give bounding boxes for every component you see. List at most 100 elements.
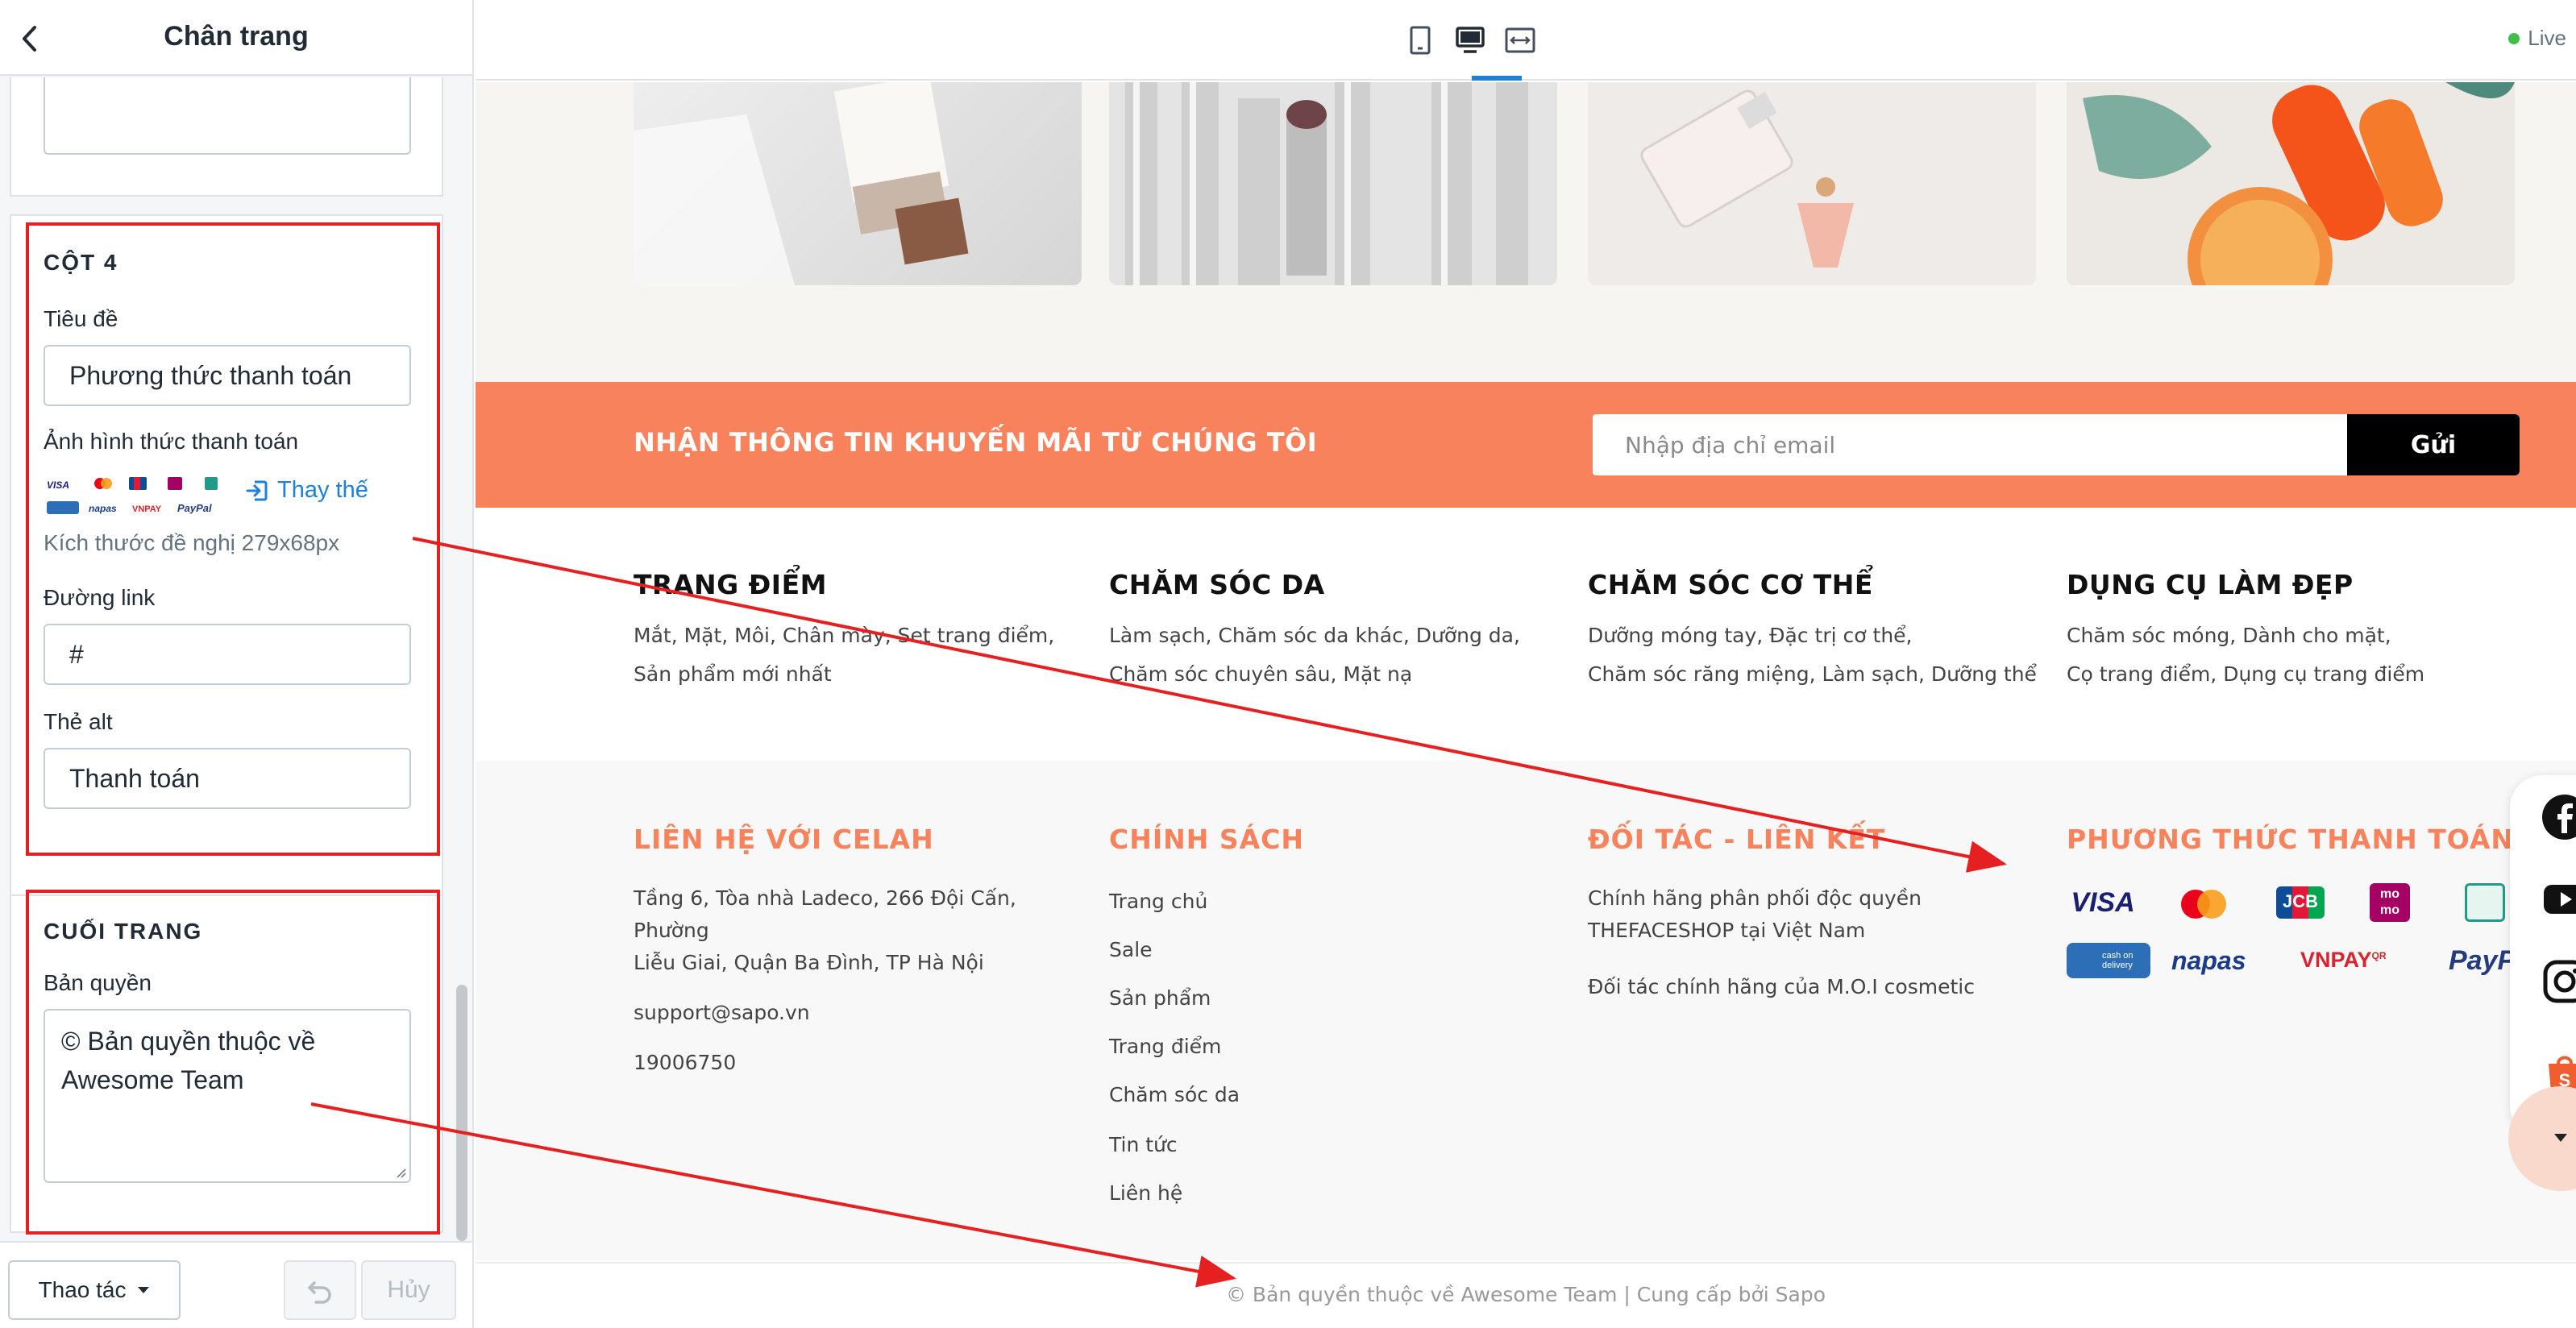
- category-links-line[interactable]: Dưỡng móng tay, Đặc trị cơ thể,: [1588, 616, 2039, 655]
- footer-policy-link[interactable]: Trang chủ: [1109, 890, 1207, 913]
- footer-partners-line[interactable]: Chính hãng phân phối độc quyền: [1588, 882, 2039, 915]
- footer-email[interactable]: support@sapo.vn: [634, 997, 1085, 1029]
- gallery-section: [476, 82, 2576, 382]
- category-links-line[interactable]: Sản phẩm mới nhất: [634, 655, 1085, 694]
- gallery-photo-orange-serum[interactable]: [2067, 82, 2515, 285]
- settings-scroll-area[interactable]: CỘT 4 Tiêu đề Phương thức thanh toán Ảnh…: [0, 77, 472, 1241]
- vnpay-logo: VNPAYQR: [2300, 948, 2387, 980]
- gallery-photo-perfume[interactable]: [1588, 82, 2036, 285]
- footer-policy-title: CHÍNH SÁCH: [1109, 824, 1304, 855]
- category-links-line[interactable]: Mắt, Mặt, Môi, Chân mày, Set trang điểm,: [634, 616, 1085, 655]
- momo-text: mo mo: [2380, 887, 2399, 917]
- title-input[interactable]: Phương thức thanh toán: [44, 345, 411, 406]
- cancel-button[interactable]: Hủy: [361, 1260, 456, 1320]
- desktop-view-button[interactable]: [1448, 21, 1493, 60]
- footer-policy-column: CHÍNH SÁCH Trang chủ Sale Sản phẩm Trang…: [1109, 824, 1431, 1259]
- category-column-skincare: CHĂM SÓC DA Làm sạch, Chăm sóc da khác, …: [1109, 569, 1577, 694]
- footer-policy-link[interactable]: Tin tức: [1109, 1133, 1178, 1156]
- gallery-photo-cosmetic-box[interactable]: [634, 82, 1082, 285]
- link-input[interactable]: #: [44, 624, 411, 685]
- category-column-makeup: TRANG ĐIỂM Mắt, Mặt, Môi, Chân mày, Set …: [634, 569, 1101, 694]
- payment-logos: VISA JCB mo mo cash on delivery napas VN…: [2067, 883, 2518, 996]
- footer-address: Tầng 6, Tòa nhà Ladeco, 266 Đội Cấn, Phư…: [634, 882, 1085, 979]
- category-title[interactable]: DỤNG CỤ LÀM ĐẸP: [2067, 569, 2534, 600]
- copyright-bar: © Bản quyền thuộc về Awesome Team | Cung…: [476, 1262, 2576, 1328]
- preview-toolbar: Live: [476, 0, 2576, 81]
- footer-partners-text: Chính hãng phân phối độc quyền THEFACESH…: [1588, 882, 2039, 947]
- footer-contact-title: LIÊN HỆ VỚI CELAH: [634, 824, 934, 855]
- svg-text:PayPal: PayPal: [177, 502, 212, 514]
- desktop-icon: [1456, 27, 1485, 53]
- footer-phone[interactable]: 19006750: [634, 1047, 1085, 1079]
- panel-title: Chân trang: [164, 21, 309, 52]
- footer-policy-link[interactable]: Chăm sóc da: [1109, 1083, 1240, 1106]
- copyright-value: © Bản quyền thuộc về Awesome Team: [61, 1027, 316, 1094]
- youtube-icon[interactable]: [2541, 875, 2576, 923]
- actions-dropdown-button[interactable]: Thao tác: [8, 1260, 181, 1320]
- instagram-icon[interactable]: [2541, 957, 2576, 1006]
- svg-text:napas: napas: [89, 503, 117, 514]
- category-title[interactable]: CHĂM SÓC DA: [1109, 569, 1577, 600]
- replace-image-button[interactable]: Thay thế: [245, 477, 368, 504]
- footer-policy-link[interactable]: Trang điểm: [1109, 1035, 1221, 1058]
- bottom-section-card: CUỐI TRANG Bản quyền © Bản quyền thuộc v…: [10, 894, 443, 1233]
- category-links-line[interactable]: Cọ trang điểm, Dụng cụ trang điểm: [2067, 655, 2518, 694]
- copyright-textarea[interactable]: © Bản quyền thuộc về Awesome Team: [44, 1009, 411, 1183]
- gallery-photo-lipsticks[interactable]: [1109, 82, 1557, 285]
- footer-policy-link[interactable]: Sản phẩm: [1109, 986, 1211, 1010]
- category-column-tools: DỤNG CỤ LÀM ĐẸP Chăm sóc móng, Dành cho …: [2067, 569, 2534, 694]
- svg-text:VISA: VISA: [47, 479, 69, 491]
- payment-image-label: Ảnh hình thức thanh toán: [44, 429, 299, 454]
- footer-partners-column: ĐỐI TÁC - LIÊN KẾT Chính hãng phân phối …: [1588, 824, 2039, 1003]
- vnpay-text: VNPAY: [2300, 948, 2372, 972]
- newsletter-email-input[interactable]: Nhập địa chỉ email: [1593, 414, 2347, 475]
- footer-payment-title: PHƯƠNG THỨC THANH TOÁN: [2067, 824, 2515, 855]
- undo-icon: [308, 1281, 331, 1304]
- category-links-line[interactable]: Chăm sóc chuyên sâu, Mặt nạ: [1109, 655, 1560, 694]
- newsletter-section: NHẬN THÔNG TIN KHUYẾN MÃI TỪ CHÚNG TÔI N…: [476, 382, 2576, 508]
- footer-policy-link[interactable]: Sale: [1109, 938, 1153, 961]
- panel-scrollbar[interactable]: [456, 985, 467, 1241]
- live-label: Live: [2528, 26, 2566, 50]
- bank-logo: [2465, 883, 2505, 922]
- momo-logo: mo mo: [2370, 883, 2410, 922]
- category-title[interactable]: TRANG ĐIỂM: [634, 569, 1101, 600]
- fullwidth-view-button[interactable]: [1498, 21, 1543, 60]
- caret-down-icon: [2554, 1134, 2567, 1142]
- category-links-line[interactable]: Làm sạch, Chăm sóc da khác, Dưỡng da,: [1109, 616, 1560, 655]
- mastercard-logo: [2181, 890, 2226, 919]
- social-floating-bar: S: [2510, 775, 2576, 1138]
- category-title[interactable]: CHĂM SÓC CƠ THỂ: [1588, 569, 2055, 600]
- live-status: Live: [2508, 26, 2566, 51]
- mobile-view-button[interactable]: [1398, 21, 1443, 60]
- caret-down-icon: [138, 1287, 150, 1293]
- category-links-line[interactable]: Chăm sóc móng, Dành cho mặt,: [2067, 616, 2518, 655]
- footer-address-line: Liễu Giai, Quận Ba Đình, TP Hà Nội: [634, 951, 984, 974]
- section-title: CUỐI TRANG: [44, 919, 203, 944]
- previous-textarea[interactable]: [44, 77, 411, 155]
- facebook-icon[interactable]: [2541, 793, 2576, 841]
- footer-policy-link[interactable]: Liên hệ: [1109, 1181, 1182, 1205]
- svg-text:VNPAY: VNPAY: [132, 504, 162, 514]
- resize-grip-icon[interactable]: [395, 1167, 406, 1178]
- payment-image-thumbnail: VISA napas VNPAY PayPal: [44, 471, 231, 519]
- store-preview: NHẬN THÔNG TIN KHUYẾN MÃI TỪ CHÚNG TÔI N…: [476, 82, 2576, 1328]
- alt-input[interactable]: Thanh toán: [44, 748, 411, 809]
- jcb-logo: JCB: [2276, 886, 2325, 919]
- category-links: Chăm sóc móng, Dành cho mặt, Cọ trang đi…: [2067, 616, 2518, 694]
- footer-payment-column: PHƯƠNG THỨC THANH TOÁN VISA JCB mo mo ca…: [2067, 824, 2518, 1001]
- footer-partners-line[interactable]: Đối tác chính hãng của M.O.I cosmetic: [1588, 971, 2039, 1003]
- footer-partners-title: ĐỐI TÁC - LIÊN KẾT: [1588, 824, 1886, 855]
- visa-logo: VISA: [2071, 886, 2135, 918]
- cod-text: cash on delivery: [2102, 951, 2134, 970]
- undo-button[interactable]: [284, 1260, 356, 1320]
- alt-label: Thẻ alt: [44, 709, 113, 734]
- expand-width-icon: [1505, 27, 1535, 53]
- newsletter-send-button[interactable]: Gửi: [2347, 414, 2520, 475]
- link-label: Đường link: [44, 585, 156, 610]
- vnpay-qr-text: QR: [2371, 950, 2387, 961]
- replace-label: Thay thế: [277, 477, 368, 503]
- replace-icon: [246, 480, 268, 500]
- footer-partners-line[interactable]: THEFACESHOP tại Việt Nam: [1588, 915, 2039, 947]
- category-links-line[interactable]: Chăm sóc răng miệng, Làm sạch, Dưỡng thể: [1588, 655, 2039, 694]
